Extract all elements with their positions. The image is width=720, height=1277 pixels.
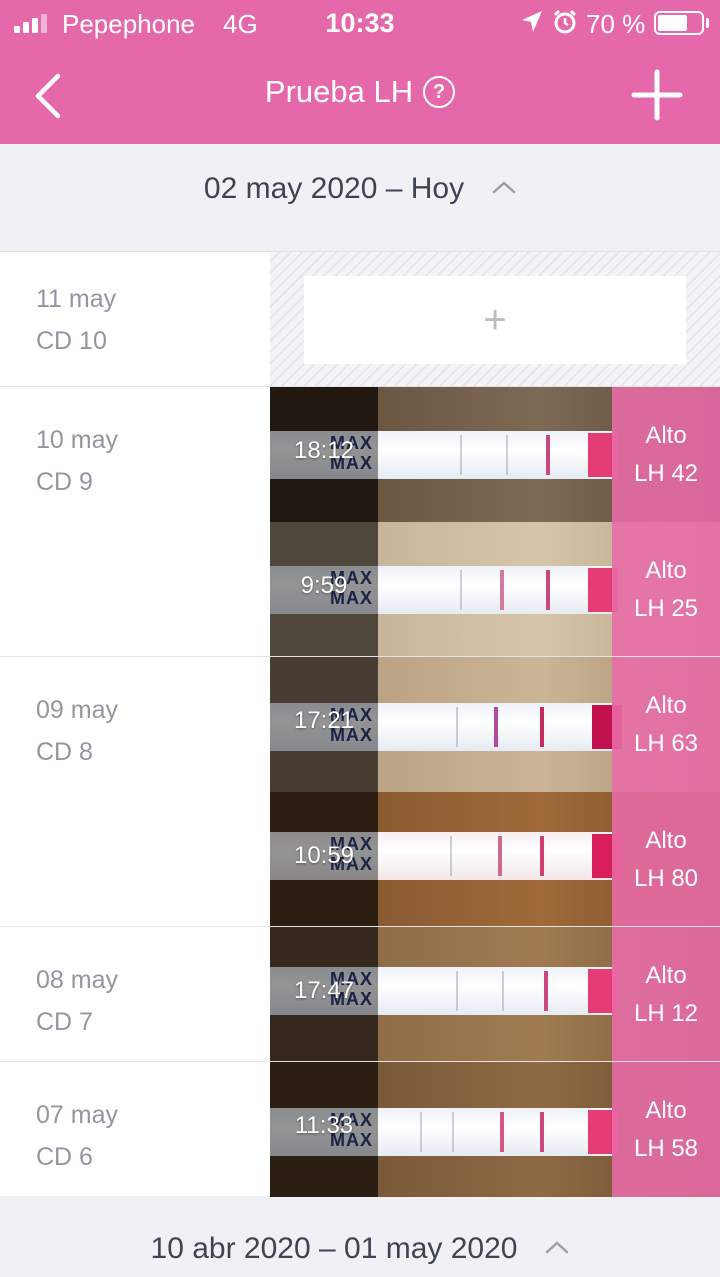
question-circle-icon[interactable]: ? (423, 76, 456, 108)
day-row: 11 may CD 10 + (0, 251, 720, 386)
test-time: 10:59 (293, 842, 355, 869)
test-entry[interactable]: MAX MAX 17:21 Alto LH 63 (270, 657, 720, 792)
chevron-up-icon (546, 1241, 569, 1254)
alarm-icon (553, 9, 577, 34)
test-time: 17:21 (293, 707, 355, 734)
result-value: LH 25 (633, 595, 699, 622)
day-row: 10 may CD 9 MAX MAX 18:12 Alto LH 42 MAX M… (0, 386, 720, 657)
day-row: 08 may CD 7 MAX MAX 17:47 Alto LH 12 (0, 926, 720, 1062)
battery-fill (658, 15, 687, 31)
test-entry[interactable]: MAX MAX 17:47 Alto LH 12 (270, 927, 720, 1062)
chevron-up-icon (492, 181, 516, 194)
test-entry[interactable]: MAX MAX 9:59 Alto LH 25 (270, 522, 720, 657)
result-level: Alto (645, 557, 687, 584)
add-test-glyph: + (483, 297, 507, 342)
test-time: 9:59 (300, 572, 348, 599)
day-row: 09 may CD 8 MAX MAX 17:21 Alto LH 63 MAX M… (0, 656, 720, 927)
result-value: LH 58 (633, 1135, 699, 1162)
location-icon (522, 11, 542, 32)
section-range: 02 may 2020 – Hoy (203, 172, 465, 205)
status-bar: Pepephone 4G 10:33 70 % (0, 0, 720, 46)
result-level: Alto (645, 422, 687, 449)
test-entry[interactable]: MAX MAX 10:59 Alto LH 80 (270, 792, 720, 927)
day-date: 10 may (36, 426, 118, 454)
battery-nub (706, 18, 709, 28)
test-time: 11:33 (294, 1112, 354, 1139)
battery-percent: 70 % (586, 9, 646, 39)
page-title: Prueba LH (264, 74, 414, 109)
day-date: 08 may (36, 966, 118, 994)
result-level: Alto (645, 692, 687, 719)
section-header-previous[interactable]: 10 abr 2020 – 01 may 2020 (0, 1232, 720, 1266)
test-result: Alto LH 42 (612, 387, 720, 522)
plus-icon[interactable] (630, 68, 684, 122)
cycle-day: CD 9 (36, 468, 93, 496)
test-entry[interactable]: MAX MAX 18:12 Alto LH 42 (270, 387, 720, 522)
result-level: Alto (645, 962, 687, 989)
test-time: 18:12 (293, 437, 355, 464)
day-row: 07 may CD 6 MAX MAX 11:33 Alto LH 58 (0, 1061, 720, 1197)
test-time: 17:47 (293, 977, 355, 1004)
day-date: 11 may (36, 285, 117, 313)
test-result: Alto LH 25 (612, 522, 720, 657)
test-result: Alto LH 63 (612, 657, 720, 792)
test-result: Alto LH 12 (612, 927, 720, 1062)
day-date: 07 may (36, 1101, 118, 1129)
cycle-day: CD 7 (36, 1008, 93, 1036)
nav-bar: Prueba LH ? (0, 46, 720, 144)
add-test-button[interactable]: + (304, 276, 686, 364)
test-entry[interactable]: MAX MAX 11:33 Alto LH 58 (270, 1062, 720, 1197)
day-date: 09 may (36, 696, 118, 724)
result-level: Alto (645, 1097, 687, 1124)
test-result: Alto LH 80 (612, 792, 720, 927)
result-value: LH 80 (633, 865, 699, 892)
battery-icon (654, 11, 704, 35)
result-level: Alto (645, 827, 687, 854)
section-header-current[interactable]: 02 may 2020 – Hoy (0, 172, 720, 206)
cycle-day: CD 8 (36, 738, 93, 766)
section-range: 10 abr 2020 – 01 may 2020 (150, 1232, 518, 1265)
cycle-day: CD 10 (36, 327, 107, 355)
result-value: LH 12 (633, 1000, 699, 1027)
empty-day-area: + (270, 252, 720, 386)
test-result: Alto LH 58 (612, 1062, 720, 1197)
result-value: LH 63 (633, 730, 699, 757)
result-value: LH 42 (633, 460, 699, 487)
cycle-day: CD 6 (36, 1143, 93, 1171)
